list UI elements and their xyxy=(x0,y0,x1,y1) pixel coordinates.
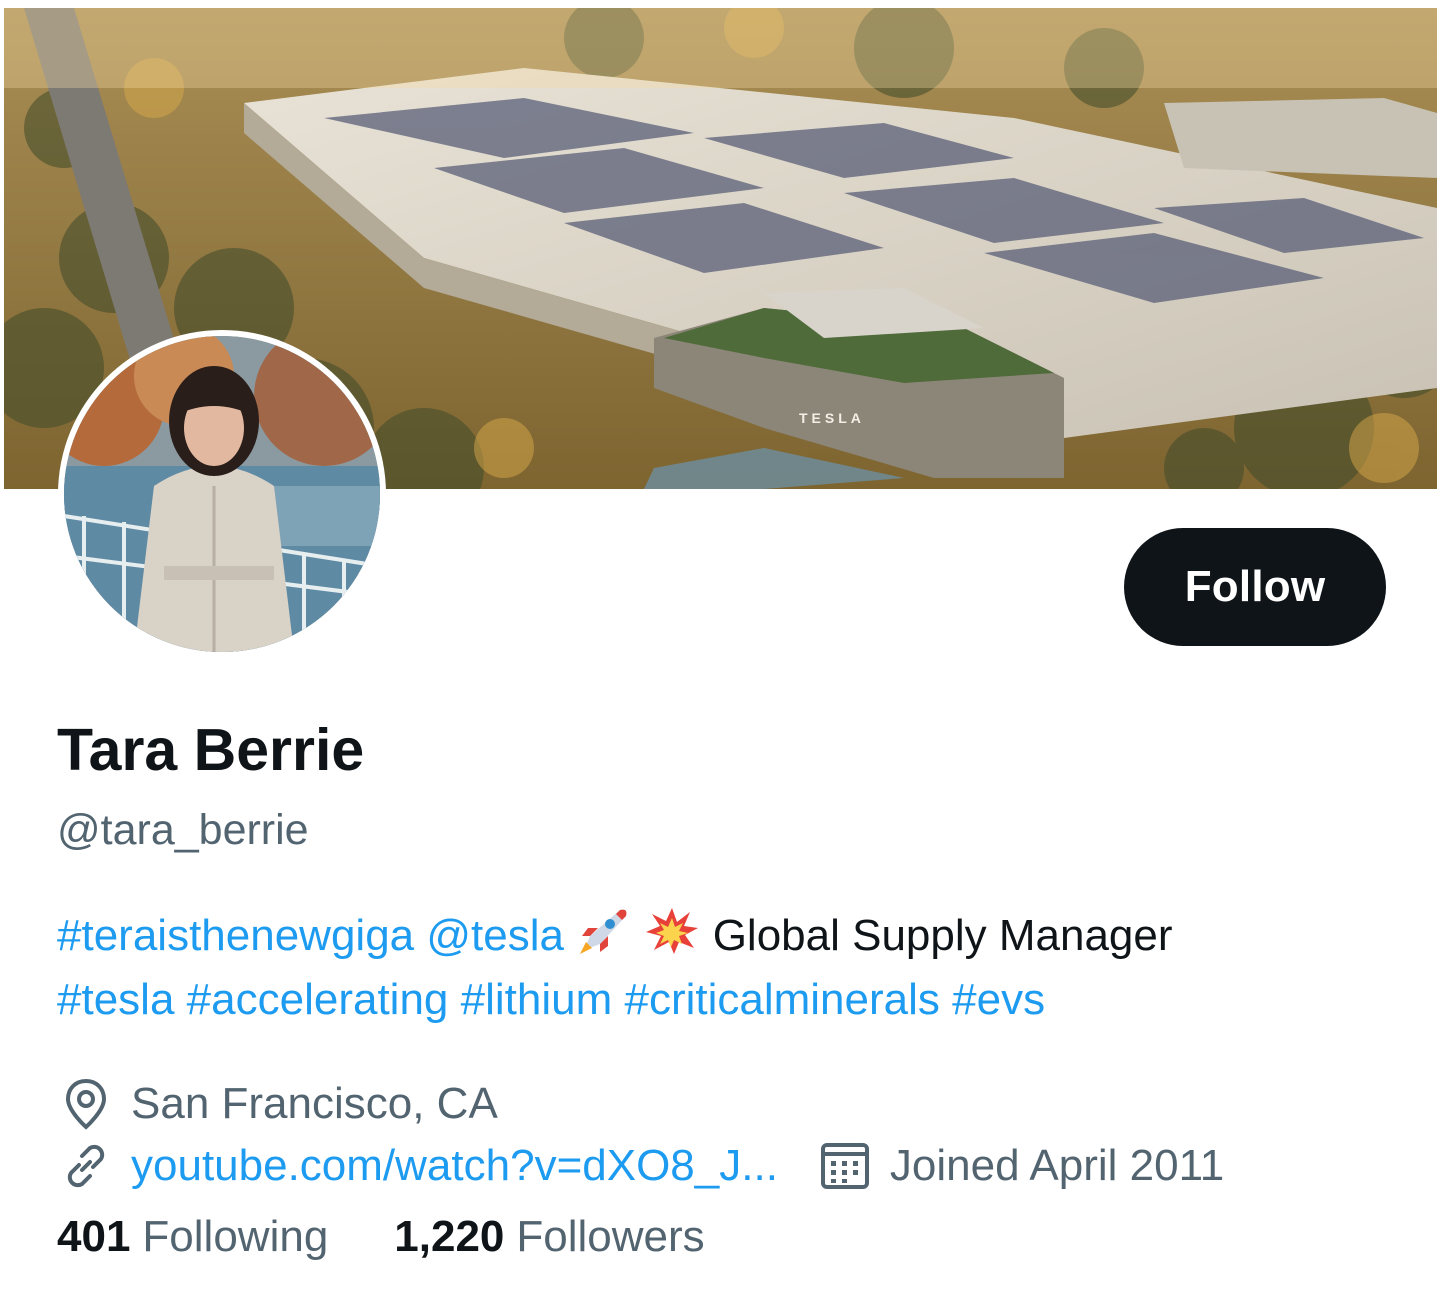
location-text: San Francisco, CA xyxy=(131,1079,498,1128)
calendar-icon xyxy=(816,1137,874,1195)
bio-line-2: #tesla #accelerating #lithium #criticalm… xyxy=(57,968,1397,1032)
link-icon xyxy=(57,1137,115,1195)
location-row: San Francisco, CA xyxy=(57,1075,498,1133)
bio-text: Global Supply Manager xyxy=(712,911,1173,960)
bio-line-1: #teraisthenewgiga @tesla Global Supply M… xyxy=(57,904,1397,968)
user-handle: @tara_berrie xyxy=(57,806,309,854)
mention-link[interactable]: @tesla xyxy=(426,911,564,960)
banner-tesla-sign: TESLA xyxy=(799,410,865,426)
profile-page: TESLA Follow Tara Berrie @tara_berrie #t… xyxy=(0,0,1437,1304)
hashtag-link[interactable]: #teraisthenewgiga xyxy=(57,911,414,960)
hashtag-link-tesla[interactable]: #tesla xyxy=(57,975,174,1024)
display-name: Tara Berrie xyxy=(57,717,365,783)
follow-button[interactable]: Follow xyxy=(1124,528,1386,646)
hashtag-link-evs[interactable]: #evs xyxy=(952,975,1045,1024)
followers-count: 1,220 xyxy=(394,1212,505,1261)
followers-link[interactable]: 1,220 Followers xyxy=(394,1212,704,1262)
following-link[interactable]: 401 Following xyxy=(57,1212,328,1262)
avatar-photo xyxy=(64,336,380,652)
location-pin-icon xyxy=(57,1075,115,1133)
collision-emoji-icon xyxy=(646,908,699,954)
joined-date: Joined April 2011 xyxy=(889,1141,1225,1190)
hashtag-link-criticalminerals[interactable]: #criticalminerals xyxy=(624,975,939,1024)
hashtag-link-accelerating[interactable]: #accelerating xyxy=(187,975,449,1024)
following-label: Following xyxy=(142,1212,329,1261)
follow-stats: 401 Following 1,220 Followers xyxy=(57,1212,705,1262)
website-group: youtube.com/watch?v=dXO8_J... xyxy=(57,1137,778,1195)
website-link[interactable]: youtube.com/watch?v=dXO8_J... xyxy=(131,1141,778,1191)
followers-label: Followers xyxy=(516,1212,705,1261)
hashtag-link-lithium[interactable]: #lithium xyxy=(461,975,613,1024)
profile-bio: #teraisthenewgiga @tesla Global Supply M… xyxy=(57,904,1397,1032)
profile-avatar[interactable] xyxy=(58,330,386,658)
url-joined-row: youtube.com/watch?v=dXO8_J... Joined Apr… xyxy=(57,1137,1224,1195)
rocket-emoji-icon xyxy=(580,909,627,954)
joined-group: Joined April 2011 xyxy=(816,1137,1224,1195)
following-count: 401 xyxy=(57,1212,131,1261)
